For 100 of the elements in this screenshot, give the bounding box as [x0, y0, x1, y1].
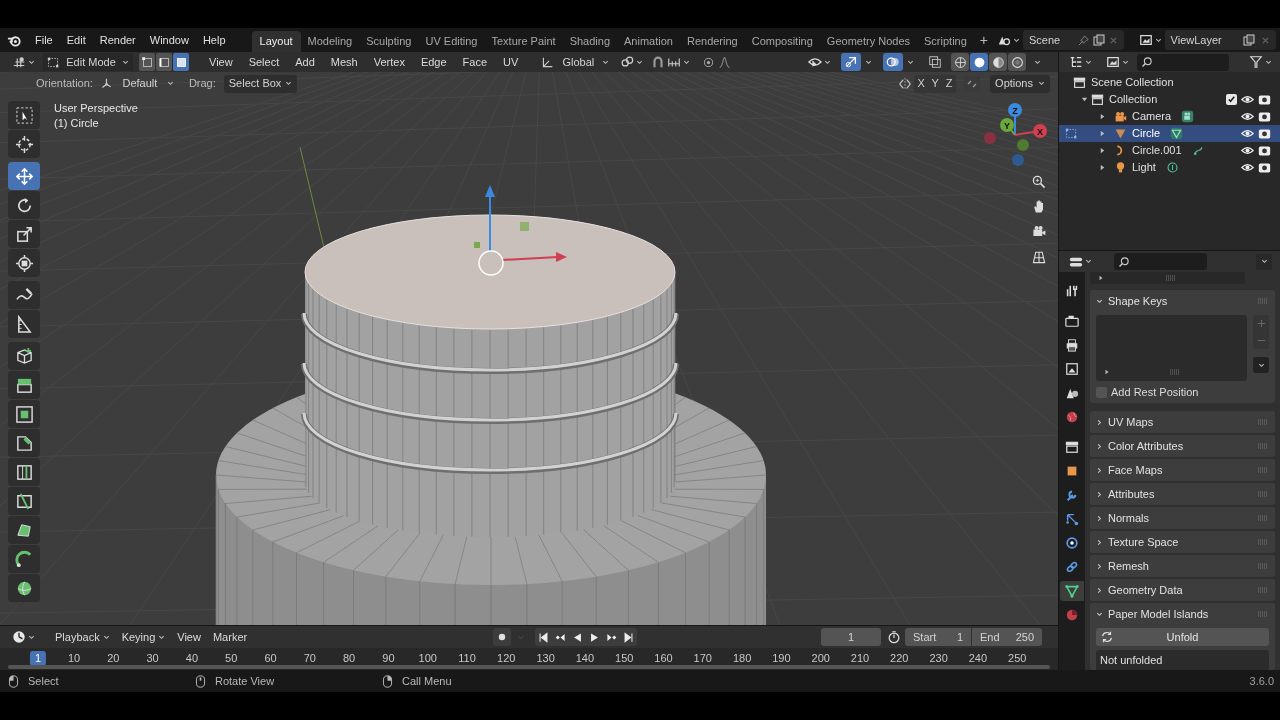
status-hint: Call Menu	[402, 673, 452, 689]
end-value: 250	[1015, 629, 1034, 645]
menu-item[interactable]: Edit	[59, 30, 93, 50]
status-hint: Select	[28, 673, 59, 689]
frame-number: 220	[890, 651, 909, 666]
view-name: User Perspective	[54, 101, 138, 116]
frame-number: 70	[303, 651, 316, 666]
menu-item[interactable]: Help	[195, 30, 233, 50]
frame-number: 250	[1008, 651, 1027, 666]
axis-toggle[interactable]: Z	[942, 74, 957, 93]
orientation-label: Global	[561, 54, 596, 70]
frame-number: 240	[968, 651, 988, 666]
frame-number: 50	[225, 651, 238, 666]
frame-number: 160	[654, 651, 673, 666]
outliner-row[interactable]: Light	[1059, 159, 1280, 176]
mode-dropdown[interactable]: Edit Mode	[43, 53, 133, 71]
menu-item[interactable]: UV	[495, 53, 527, 71]
frame-number: 120	[497, 651, 516, 666]
frame-number: 40	[185, 651, 198, 666]
options-label: Options	[995, 76, 1033, 92]
outliner-item-label: Circle	[1132, 126, 1161, 142]
start-frame-field[interactable]: Start 1	[905, 628, 971, 646]
status-hint: Rotate View	[215, 673, 275, 689]
workspace-tab[interactable]: Sculpting	[359, 31, 419, 52]
frame-number: 110	[458, 651, 476, 666]
frame-number: 170	[693, 651, 712, 666]
menu-item[interactable]: Render	[92, 30, 143, 50]
frame-number: 190	[772, 651, 791, 666]
frame-number: 180	[732, 651, 752, 666]
frame-number: 60	[264, 651, 277, 666]
workspace-tab[interactable]: Geometry Nodes	[819, 31, 917, 52]
menu-item[interactable]: Face	[454, 53, 496, 71]
end-label: End	[980, 629, 1000, 645]
axis-toggle[interactable]: X	[914, 74, 929, 93]
frame-number: 230	[929, 651, 948, 666]
outliner-row[interactable]: Circle.001	[1059, 142, 1280, 159]
frame-number: 140	[575, 651, 595, 666]
version-label: 3.6.0	[1249, 673, 1274, 689]
scene-name: Scene	[1029, 32, 1062, 48]
drag-label: Drag:	[188, 76, 216, 92]
orientation-dropdown[interactable]: Default	[96, 74, 177, 93]
checkbox-label: Add Rest Position	[1111, 384, 1199, 400]
frame-number: 150	[615, 651, 634, 666]
workspace-tab[interactable]: Scripting	[917, 31, 974, 52]
menu-item[interactable]: Keying	[115, 628, 172, 646]
menu-item[interactable]: Mesh	[322, 53, 366, 71]
frame-number: 210	[850, 651, 870, 666]
add-workspace-button[interactable]: +	[973, 29, 994, 51]
end-frame-field[interactable]: End 250	[972, 628, 1042, 646]
menu-item[interactable]: Playback	[49, 628, 116, 646]
unfold-button[interactable]: Unfold	[1096, 628, 1269, 646]
workspace-tab[interactable]: Rendering	[679, 31, 745, 52]
outliner-row[interactable]: Camera	[1059, 108, 1280, 125]
menu-item[interactable]: View	[201, 53, 241, 71]
menu-item[interactable]: Window	[142, 30, 196, 50]
workspace-tab[interactable]: UV Editing	[418, 31, 485, 52]
frame-number: 20	[107, 651, 120, 666]
workspace-tab[interactable]: Layout	[251, 31, 301, 52]
axis-toggle[interactable]: Y	[928, 74, 943, 93]
menu-item[interactable]: Vertex	[365, 53, 413, 71]
workspace-tab[interactable]: Shading	[562, 31, 618, 52]
menu-item[interactable]: Select	[240, 53, 288, 71]
start-label: Start	[913, 629, 937, 645]
current-frame-field[interactable]: 1	[821, 628, 881, 646]
scene-field[interactable]: Scene	[1023, 30, 1124, 50]
frame-number: 80	[342, 651, 356, 666]
menu-item[interactable]: File	[28, 30, 60, 50]
drag-value: Select Box	[228, 76, 282, 92]
outliner-item[interactable]: Scene Collection	[1091, 74, 1174, 91]
frame-number: 200	[811, 651, 830, 666]
workspace-tab[interactable]: Texture Paint	[484, 31, 563, 52]
orientation-value: Default	[121, 76, 159, 92]
outliner-item-label: Light	[1132, 160, 1156, 176]
menu-item[interactable]: Add	[287, 53, 323, 71]
status-field: Not unfolded	[1096, 650, 1269, 670]
outliner-row[interactable]: Circle	[1059, 125, 1280, 142]
view-layer-name: ViewLayer	[1170, 32, 1223, 48]
outliner-item[interactable]: Collection	[1109, 91, 1158, 108]
frame-number: 100	[418, 651, 437, 666]
options-dropdown[interactable]: Options	[990, 74, 1050, 93]
transform-orientation-dropdown[interactable]: Global	[538, 53, 613, 71]
frame-number: 30	[146, 651, 159, 666]
navigation-gizmo[interactable]: Z Y X	[984, 103, 1047, 166]
workspace-tab[interactable]: Modeling	[300, 31, 360, 52]
frame-number: 90	[382, 651, 395, 666]
workspace-tab[interactable]: Animation	[617, 31, 680, 52]
mode-label: Edit Mode	[65, 54, 117, 70]
outliner-item-label: Camera	[1132, 109, 1172, 125]
menu-item[interactable]: Marker	[206, 628, 254, 646]
object-name: (1) Circle	[54, 116, 99, 131]
orientation-label: Orientation:	[36, 76, 93, 92]
view-layer-field[interactable]: ViewLayer	[1164, 30, 1276, 50]
start-value: 1	[956, 629, 963, 645]
drag-dropdown[interactable]: Select Box	[223, 74, 298, 93]
outliner-item-label: Circle.001	[1132, 143, 1182, 159]
menu-item[interactable]: View	[171, 628, 207, 646]
workspace-tab[interactable]: Compositing	[744, 31, 820, 52]
frame-number: 10	[67, 651, 81, 666]
frame-number: 130	[536, 651, 555, 666]
menu-item[interactable]: Edge	[412, 53, 455, 71]
